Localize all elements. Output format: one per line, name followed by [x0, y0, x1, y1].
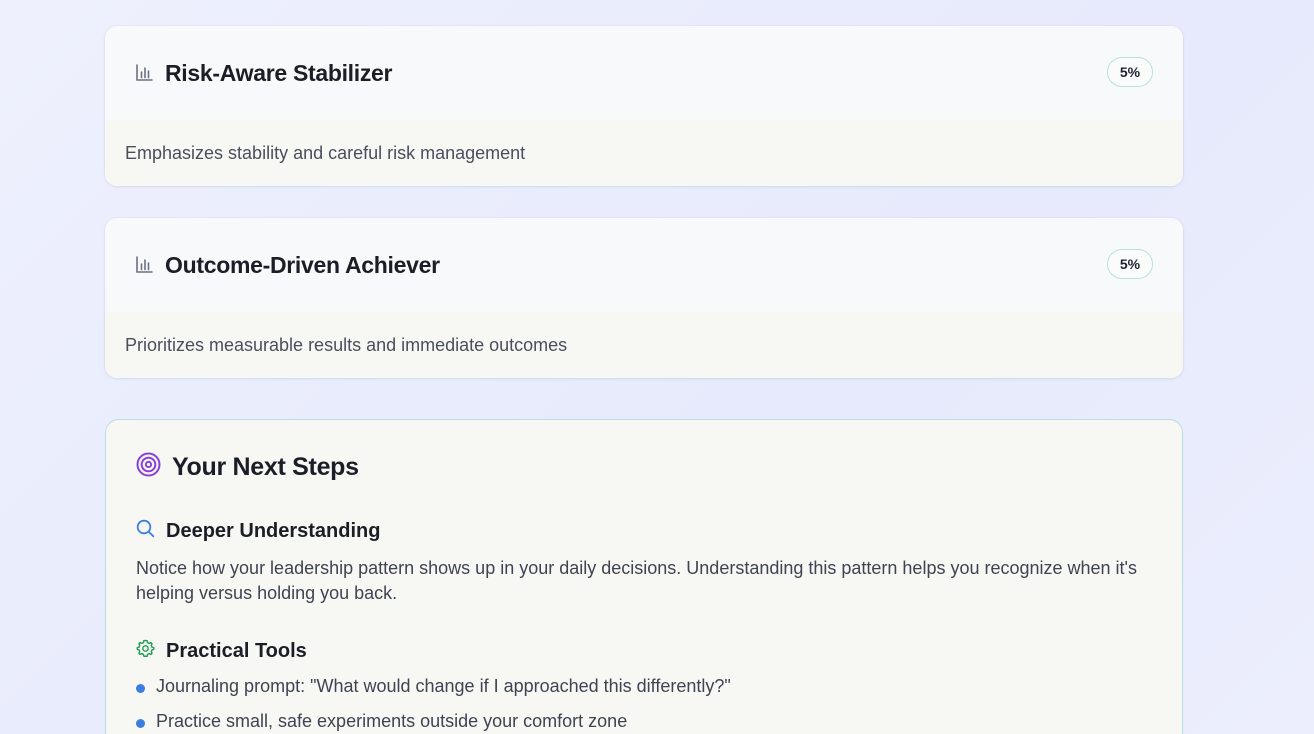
target-icon — [136, 452, 161, 482]
deeper-understanding-text: Notice how your leadership pattern shows… — [136, 558, 1137, 603]
bullet-dot — [136, 683, 145, 693]
next-steps-panel: Your Next Steps Deeper Understanding Not… — [105, 419, 1183, 734]
percent-badge: 5% — [1107, 249, 1153, 279]
style-card-risk-aware-stabilizer: Risk-Aware Stabilizer 5% Emphasizes stab… — [105, 26, 1183, 186]
style-card-description: Prioritizes measurable results and immed… — [105, 312, 1183, 378]
style-card-title: Outcome-Driven Achiever — [165, 251, 440, 278]
percent-badge: 5% — [1107, 57, 1153, 87]
next-steps-header: Your Next Steps — [136, 452, 359, 482]
style-card-header: Risk-Aware Stabilizer 5% — [105, 26, 1183, 120]
gear-icon — [136, 639, 155, 663]
style-card-title: Risk-Aware Stabilizer — [165, 59, 393, 86]
style-card-description: Emphasizes stability and careful risk ma… — [105, 120, 1183, 186]
bullet-dot — [136, 718, 145, 728]
list-item: Journaling prompt: "What would change if… — [136, 676, 731, 697]
practical-tools-header: Practical Tools — [136, 639, 307, 663]
search-icon — [136, 519, 155, 543]
style-card-outcome-driven-achiever: Outcome-Driven Achiever 5% Prioritizes m… — [105, 218, 1183, 378]
list-item-text: Practice small, safe experiments outside… — [156, 711, 628, 731]
deeper-understanding-header: Deeper Understanding — [136, 519, 380, 543]
list-item: Practice small, safe experiments outside… — [136, 711, 627, 732]
deeper-understanding-title: Deeper Understanding — [166, 519, 381, 542]
bar-chart-icon — [135, 256, 153, 274]
next-steps-title: Your Next Steps — [172, 452, 359, 481]
list-item-text: Journaling prompt: "What would change if… — [156, 676, 731, 696]
bar-chart-icon — [135, 64, 153, 82]
practical-tools-title: Practical Tools — [166, 639, 307, 662]
style-card-header: Outcome-Driven Achiever 5% — [105, 218, 1183, 312]
